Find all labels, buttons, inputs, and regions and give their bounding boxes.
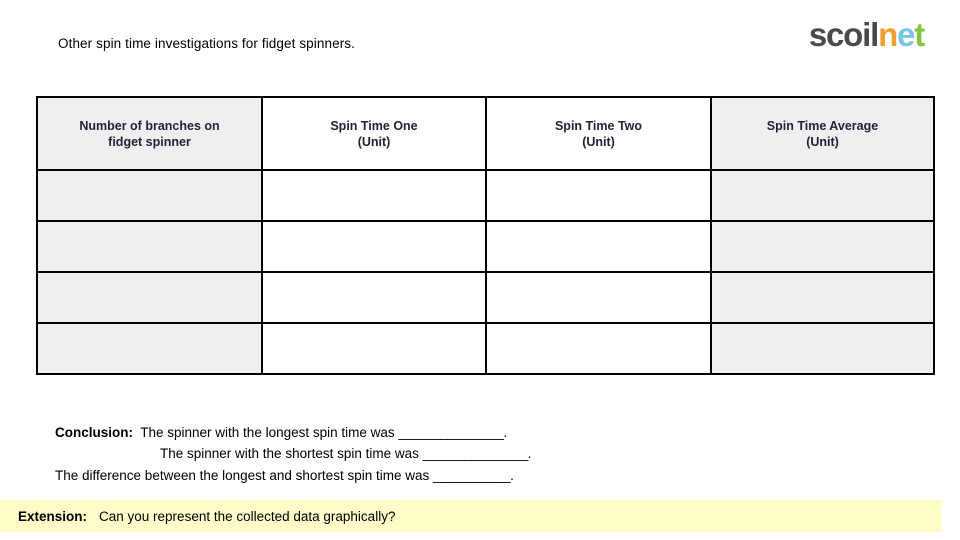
spin-time-data-table: Number of branches on fidget spinner Spi… [36,96,935,375]
table-cell-spin-time-one[interactable] [261,169,487,222]
conclusion-line-2-text: The spinner with the shortest spin time … [160,446,423,462]
table-cell-spin-time-two[interactable] [485,220,712,273]
extension-text: Can you represent the collected data gra… [99,508,396,524]
scoilnet-logo: scoilnet [808,16,925,53]
table-row [36,220,935,273]
table-cell-branches[interactable] [36,322,263,375]
conclusion-line-3-end: . [510,467,514,483]
table-header-row: Number of branches on fidget spinner Spi… [36,96,935,171]
table-cell-branches[interactable] [36,220,263,273]
conclusion-line-3: The difference between the longest and s… [0,465,960,486]
table-cell-spin-time-two[interactable] [485,271,712,324]
page-title: Other spin time investigations for fidge… [58,36,355,51]
logo-text-e: e [897,16,915,53]
table-row [36,169,935,222]
column-header-branches: Number of branches on fidget spinner [36,96,263,171]
table-row [36,322,935,375]
conclusion-line-1-text: The spinner with the longest spin time w… [133,425,399,440]
column-header-spin-time-one-line2: (Unit) [357,134,391,149]
conclusion-line-1: Conclusion: The spinner with the longest… [0,422,960,443]
extension-bar: Extension: Can you represent the collect… [0,500,942,532]
column-header-spin-time-one-line1: Spin Time One [330,118,418,133]
conclusion-line-1-end: . [503,425,508,440]
extension-label: Extension: [18,508,88,524]
column-header-branches-line2: fidget spinner [108,134,191,149]
conclusion-line-2: The spinner with the shortest spin time … [0,443,960,464]
conclusion-line-2-blank[interactable]: _______________ [423,446,529,461]
table-cell-spin-time-one[interactable] [261,322,487,375]
table-cell-spin-time-two[interactable] [485,169,712,222]
logo-text-t: t [914,16,925,53]
column-header-spin-time-one: Spin Time One (Unit) [261,96,487,171]
column-header-spin-time-two: Spin Time Two (Unit) [485,96,712,171]
table-cell-spin-time-average[interactable] [710,271,935,324]
table-cell-spin-time-average[interactable] [710,322,935,375]
conclusion-label: Conclusion: [55,425,133,440]
column-header-branches-line1: Number of branches on [79,118,220,133]
table-cell-branches[interactable] [36,169,263,222]
conclusion-line-1-blank[interactable]: _______________ [398,425,504,440]
column-header-spin-time-two-line2: (Unit) [582,134,615,149]
conclusion-line-3-text: The difference between the longest and s… [55,467,433,483]
conclusion-line-3-blank[interactable]: ___________ [433,468,511,483]
column-header-spin-time-average-line2: (Unit) [806,134,839,149]
table-cell-spin-time-one[interactable] [261,271,487,324]
table-cell-spin-time-two[interactable] [485,322,712,375]
column-header-spin-time-average-line1: Spin Time Average [766,118,879,133]
logo-text-scoil: scoil [808,16,879,53]
conclusion-line-2-end: . [527,446,532,462]
table-row [36,271,935,324]
table-body [36,169,935,375]
conclusion-block: Conclusion: The spinner with the longest… [0,422,960,486]
table-cell-spin-time-average[interactable] [710,220,935,273]
table-cell-spin-time-average[interactable] [710,169,935,222]
table-header: Number of branches on fidget spinner Spi… [36,96,935,171]
table-cell-branches[interactable] [36,271,263,324]
table-cell-spin-time-one[interactable] [261,220,487,273]
column-header-spin-time-average: Spin Time Average (Unit) [710,96,935,171]
logo-text-n: n [878,16,898,53]
column-header-spin-time-two-line1: Spin Time Two [554,118,643,133]
